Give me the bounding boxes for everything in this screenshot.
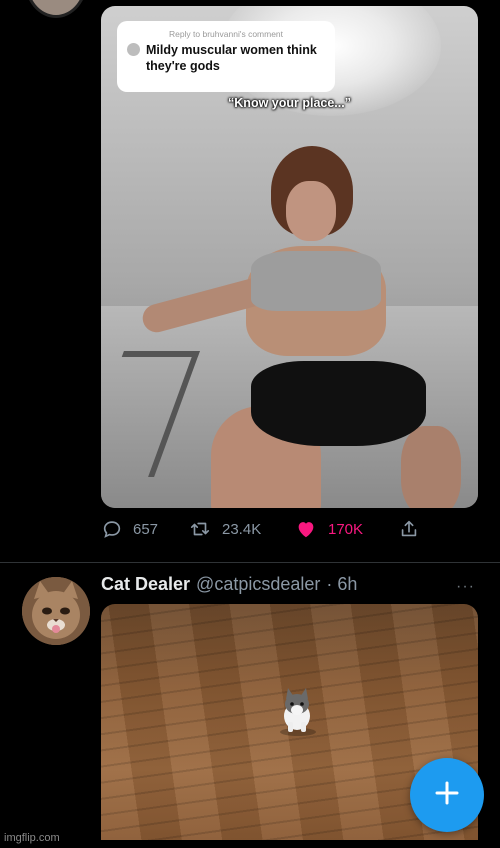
commenter-avatar: [127, 43, 140, 56]
reply-comment-text: Mildy muscular women think they're gods: [146, 43, 317, 74]
plus-icon: [432, 778, 462, 813]
avatar[interactable]: [22, 577, 90, 645]
tweet-header: Cat Dealer @catpicsdealer · 6h: [101, 574, 357, 595]
like-button[interactable]: 170K: [294, 518, 363, 540]
retweet-count: 23.4K: [222, 520, 262, 538]
retweet-icon: [188, 518, 212, 540]
reply-button[interactable]: 657: [101, 518, 158, 540]
reply-icon: [101, 518, 123, 540]
display-name[interactable]: Cat Dealer: [101, 574, 190, 595]
retweet-button[interactable]: 23.4K: [188, 518, 261, 540]
reply-to-label: Reply to bruhvanni's comment: [168, 29, 284, 39]
tweet-media-image[interactable]: Reply to bruhvanni's comment Mildy muscu…: [101, 6, 478, 508]
compose-tweet-button[interactable]: [410, 758, 484, 832]
heart-icon: [294, 518, 318, 540]
reply-comment-card: Reply to bruhvanni's comment Mildy muscu…: [117, 21, 335, 92]
more-options-icon[interactable]: ···: [456, 578, 475, 596]
like-count: 170K: [328, 520, 364, 538]
tweet-divider: [0, 562, 500, 563]
user-handle[interactable]: @catpicsdealer: [196, 574, 320, 595]
share-icon: [398, 518, 420, 540]
share-button[interactable]: [398, 518, 420, 540]
tweet-action-bar: 657 23.4K 170K: [101, 518, 431, 544]
previous-avatar[interactable]: [24, 0, 88, 18]
video-caption: “Know your place...”: [228, 96, 351, 110]
reply-count: 657: [133, 520, 159, 538]
watermark: imgflip.com: [4, 832, 60, 844]
tweet-time[interactable]: · 6h: [326, 574, 357, 595]
